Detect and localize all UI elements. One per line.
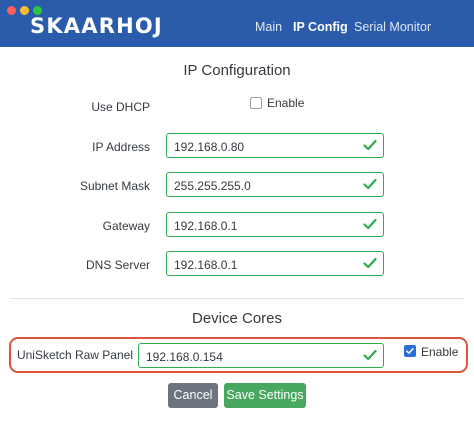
valid-check-icon xyxy=(363,139,377,151)
nav-main-link[interactable]: Main xyxy=(255,20,282,34)
use-dhcp-label: Use DHCP xyxy=(91,100,150,114)
nav-serial-monitor-link[interactable]: Serial Monitor xyxy=(354,20,431,34)
valid-check-icon xyxy=(363,349,377,361)
dns-server-field[interactable]: 192.168.0.1 xyxy=(166,251,384,276)
gateway-field[interactable]: 192.168.0.1 xyxy=(166,212,384,237)
subnet-mask-field[interactable]: 255.255.255.0 xyxy=(166,172,384,197)
core-enable-checkbox[interactable] xyxy=(404,345,416,357)
subnet-mask-label: Subnet Mask xyxy=(79,179,150,193)
gateway-label: Gateway xyxy=(102,219,150,233)
valid-check-icon xyxy=(363,218,377,230)
checkmark-icon xyxy=(406,348,414,354)
cancel-button[interactable]: Cancel xyxy=(168,383,218,408)
subnet-mask-value: 255.255.255.0 xyxy=(174,179,251,193)
window-minimize-button[interactable] xyxy=(20,6,29,15)
ip-address-label: IP Address xyxy=(92,140,150,154)
unisketch-raw-panel-label: UniSketch Raw Panel xyxy=(16,348,133,362)
valid-check-icon xyxy=(363,257,377,269)
save-settings-button[interactable]: Save Settings xyxy=(224,383,306,408)
brand-logo[interactable]: SKAARHOJ xyxy=(30,14,163,38)
nav-ip-config-link[interactable]: IP Config xyxy=(293,20,348,34)
dns-server-label: DNS Server xyxy=(85,258,150,272)
dhcp-enable-checkbox[interactable] xyxy=(250,97,262,109)
valid-check-icon xyxy=(363,178,377,190)
window-close-button[interactable] xyxy=(7,6,16,15)
dns-server-value: 192.168.0.1 xyxy=(174,258,238,272)
ip-address-field[interactable]: 192.168.0.80 xyxy=(166,133,384,158)
dhcp-enable-label[interactable]: Enable xyxy=(267,96,304,110)
gateway-value: 192.168.0.1 xyxy=(174,219,238,233)
core-enable-label[interactable]: Enable xyxy=(421,345,458,359)
app-window: SKAARHOJ Main IP Config Serial Monitor I… xyxy=(0,0,474,440)
core-ip-field[interactable]: 192.168.0.154 xyxy=(138,343,384,368)
device-cores-title: Device Cores xyxy=(191,310,283,327)
ip-address-value: 192.168.0.80 xyxy=(174,140,245,154)
section-divider xyxy=(10,298,464,299)
ip-configuration-title: IP Configuration xyxy=(183,62,291,79)
top-navbar: SKAARHOJ Main IP Config Serial Monitor xyxy=(0,0,474,47)
core-ip-value: 192.168.0.154 xyxy=(146,350,223,364)
